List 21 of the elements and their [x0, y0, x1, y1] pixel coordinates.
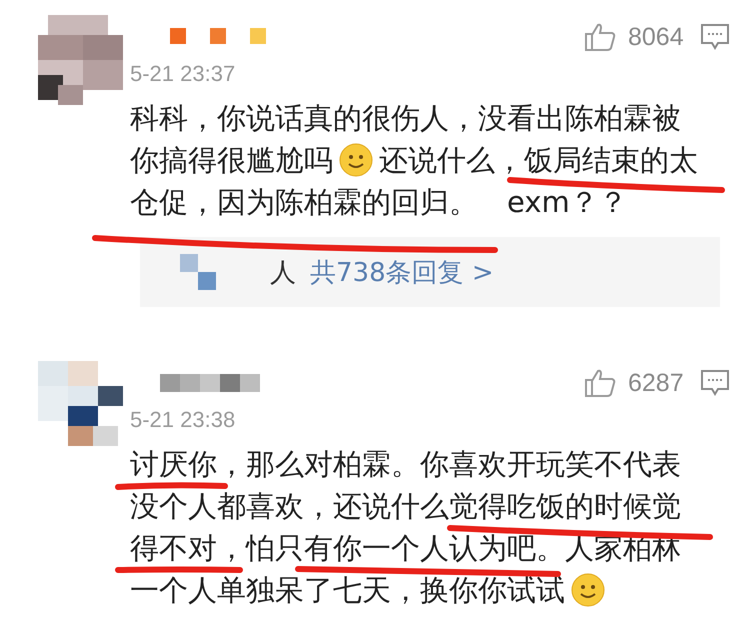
comment-text: 你搞得很尴尬吗 — [130, 146, 333, 174]
comment-text: 一个人单独呆了七天，换你你试试 — [130, 576, 565, 604]
smiley-icon — [571, 573, 605, 607]
comment-text: 没个人都喜欢，还说什么觉得吃饭的时候觉 — [130, 492, 681, 520]
comment-text: 科科，你说话真的很伤人，没看出陈柏霖被 — [130, 104, 681, 132]
like-icon[interactable] — [584, 368, 616, 398]
like-count: 6287 — [628, 368, 685, 398]
comment-text: 还说什么，饭局结束的太 — [379, 146, 698, 174]
reply-avatar — [180, 254, 216, 290]
comment-text: 仓促，因为陈柏霖的回归。 exm？？ — [130, 188, 628, 216]
like-count: 8064 — [628, 22, 685, 52]
reply-preview[interactable]: 人 共738条回复 > — [140, 237, 720, 307]
comment-icon[interactable] — [700, 23, 730, 51]
comment-icon[interactable] — [700, 369, 730, 397]
smiley-icon — [339, 143, 373, 177]
like-icon[interactable] — [584, 22, 616, 52]
comment-time: 5-21 23:38 — [130, 406, 236, 434]
replies-link[interactable]: 共738条回复 > — [310, 254, 494, 290]
comment-time: 5-21 23:37 — [130, 60, 236, 88]
reply-names: 人 — [270, 256, 296, 290]
comment-text: 讨厌你，那么对柏霖。你喜欢开玩笑不代表 — [130, 450, 681, 478]
